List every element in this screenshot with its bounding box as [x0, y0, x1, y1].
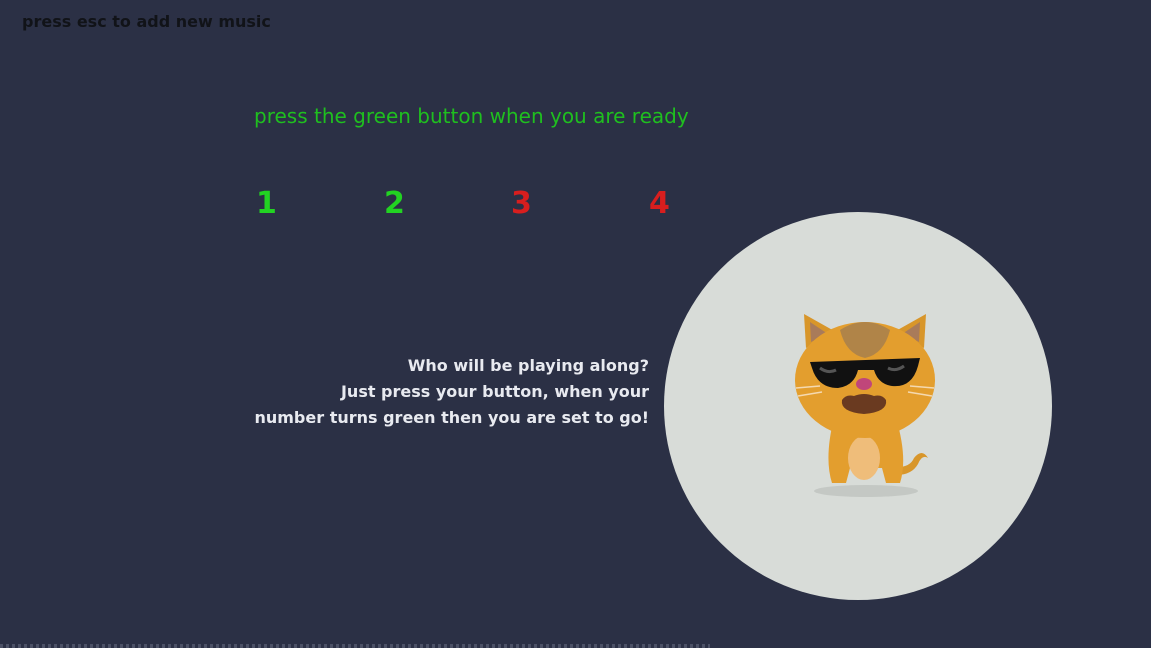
- bottom-status-strip: [0, 644, 710, 648]
- instructions-line-3: number turns green then you are set to g…: [254, 408, 649, 427]
- cool-cat-icon: [795, 314, 935, 497]
- ready-prompt: press the green button when you are read…: [254, 104, 689, 128]
- instructions-text: Who will be playing along? Just press yo…: [254, 353, 649, 431]
- player-1-indicator: 1: [256, 186, 277, 221]
- instructions-line-1: Who will be playing along?: [407, 356, 649, 375]
- esc-hint-text: press esc to add new music: [22, 12, 271, 31]
- player-2-indicator: 2: [384, 186, 405, 221]
- game-screen: press esc to add new music press the gre…: [0, 0, 1151, 648]
- player-4-indicator: 4: [649, 186, 670, 221]
- instructions-line-2: Just press your button, when your: [340, 382, 649, 401]
- mascot-circle: [664, 212, 1052, 600]
- player-3-indicator: 3: [511, 186, 532, 221]
